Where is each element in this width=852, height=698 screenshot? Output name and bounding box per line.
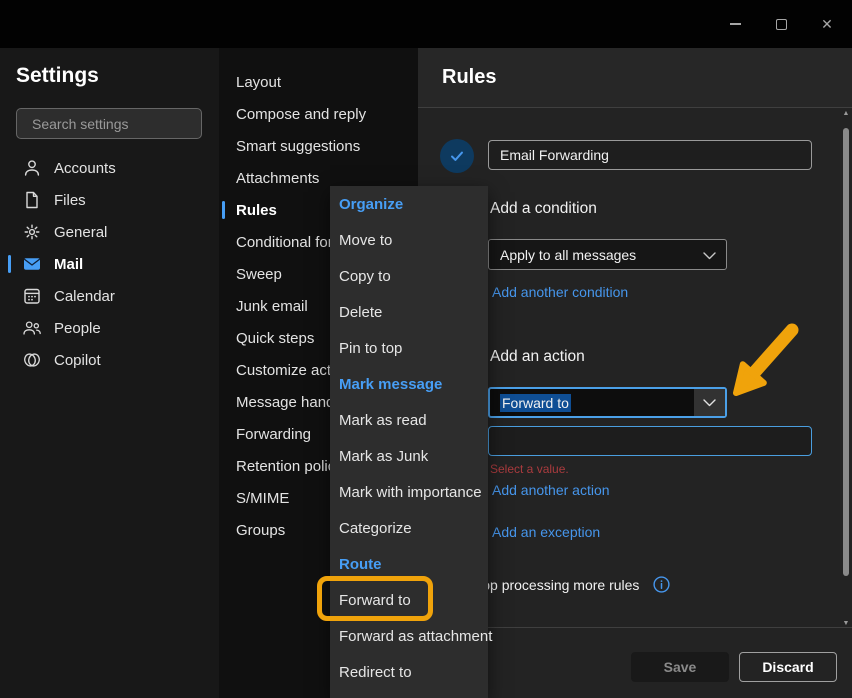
sidebar-item-label: Mail bbox=[54, 256, 83, 273]
rule-enabled-toggle[interactable] bbox=[440, 139, 474, 173]
gear-icon bbox=[22, 222, 42, 242]
rules-panel-header: Rules bbox=[418, 48, 852, 108]
menu-group-route: Route bbox=[330, 546, 488, 582]
search-settings-box[interactable] bbox=[16, 108, 202, 139]
selected-indicator bbox=[222, 201, 225, 219]
menu-item-delete[interactable]: Delete bbox=[330, 294, 488, 330]
sidebar-item-label: Accounts bbox=[54, 160, 116, 177]
sidebar-item-mail[interactable]: Mail bbox=[0, 248, 219, 280]
mail-icon bbox=[22, 254, 42, 274]
person-icon bbox=[22, 158, 42, 178]
menu-item-pin-to-top[interactable]: Pin to top bbox=[330, 330, 488, 366]
close-button[interactable]: ✕ bbox=[804, 0, 850, 48]
action-dropdown-chevron-button[interactable] bbox=[694, 389, 725, 416]
window-controls: ✕ bbox=[712, 0, 850, 48]
menu-item-move-to[interactable]: Move to bbox=[330, 222, 488, 258]
mailnav-item-smart-suggestions[interactable]: Smart suggestions bbox=[219, 130, 418, 162]
page-title: Rules bbox=[442, 66, 496, 89]
vertical-scrollbar[interactable]: ▲ ▼ bbox=[842, 108, 850, 632]
scroll-up-icon[interactable]: ▲ bbox=[842, 110, 850, 117]
settings-categories: Accounts Files General bbox=[0, 152, 219, 376]
sidebar-item-copilot[interactable]: Copilot bbox=[0, 344, 219, 376]
menu-item-mark-as-read[interactable]: Mark as read bbox=[330, 402, 488, 438]
chevron-down-icon bbox=[703, 252, 716, 260]
action-options-menu: Organize Move to Copy to Delete Pin to t… bbox=[330, 186, 488, 698]
menu-item-mark-as-junk[interactable]: Mark as Junk bbox=[330, 438, 488, 474]
sidebar-item-label: Copilot bbox=[54, 352, 101, 369]
condition-dropdown-value: Apply to all messages bbox=[500, 247, 636, 263]
menu-item-redirect-to[interactable]: Redirect to bbox=[330, 654, 488, 690]
menu-group-organize: Organize bbox=[330, 186, 488, 222]
scroll-down-icon[interactable]: ▼ bbox=[842, 620, 850, 627]
discard-button[interactable]: Discard bbox=[739, 652, 837, 682]
sidebar-item-label: People bbox=[54, 320, 101, 337]
sidebar-item-accounts[interactable]: Accounts bbox=[0, 152, 219, 184]
condition-dropdown[interactable]: Apply to all messages bbox=[488, 239, 727, 270]
checkmark-icon bbox=[448, 147, 466, 165]
stop-processing-row: Stop processing more rules bbox=[469, 576, 670, 593]
menu-item-copy-to[interactable]: Copy to bbox=[330, 258, 488, 294]
action-heading: Add an action bbox=[490, 348, 585, 366]
scrollbar-thumb[interactable] bbox=[843, 128, 849, 576]
condition-heading: Add a condition bbox=[490, 200, 597, 218]
search-settings-input[interactable] bbox=[32, 116, 213, 132]
sidebar-item-label: General bbox=[54, 224, 107, 241]
action-dropdown-value: Forward to bbox=[500, 394, 571, 412]
menu-item-forward-to[interactable]: Forward to bbox=[330, 582, 488, 618]
close-icon: ✕ bbox=[821, 17, 833, 31]
sidebar-item-label: Files bbox=[54, 192, 86, 209]
save-button[interactable]: Save bbox=[631, 652, 729, 682]
sidebar-item-label: Calendar bbox=[54, 288, 115, 305]
info-icon[interactable] bbox=[653, 576, 670, 593]
calendar-icon bbox=[22, 286, 42, 306]
settings-sidebar: Settings Accounts Files bbox=[0, 48, 219, 698]
outlook-settings-window: ✕ Settings Accounts bbox=[0, 0, 852, 698]
forward-address-input[interactable] bbox=[488, 426, 812, 456]
add-another-condition-link[interactable]: Add another condition bbox=[492, 284, 628, 300]
maximize-icon bbox=[776, 19, 787, 30]
rule-name-input[interactable] bbox=[488, 140, 812, 170]
minimize-icon bbox=[730, 23, 741, 25]
titlebar: ✕ bbox=[0, 0, 852, 48]
selected-indicator bbox=[8, 255, 11, 273]
minimize-button[interactable] bbox=[712, 0, 758, 48]
sidebar-item-general[interactable]: General bbox=[0, 216, 219, 248]
file-icon bbox=[22, 190, 42, 210]
people-icon bbox=[22, 318, 42, 338]
settings-title: Settings bbox=[16, 64, 99, 88]
stop-processing-label: Stop processing more rules bbox=[469, 577, 639, 593]
sidebar-item-calendar[interactable]: Calendar bbox=[0, 280, 219, 312]
copilot-icon bbox=[22, 350, 42, 370]
maximize-button[interactable] bbox=[758, 0, 804, 48]
mailnav-item-compose-and-reply[interactable]: Compose and reply bbox=[219, 98, 418, 130]
chevron-down-icon bbox=[703, 399, 716, 407]
mailnav-item-layout[interactable]: Layout bbox=[219, 66, 418, 98]
validation-error: Select a value. bbox=[490, 462, 569, 476]
menu-group-mark-message: Mark message bbox=[330, 366, 488, 402]
menu-item-forward-as-attachment[interactable]: Forward as attachment bbox=[330, 618, 488, 654]
add-another-action-link[interactable]: Add another action bbox=[492, 482, 610, 498]
sidebar-item-people[interactable]: People bbox=[0, 312, 219, 344]
menu-item-mark-with-importance[interactable]: Mark with importance bbox=[330, 474, 488, 510]
sidebar-item-files[interactable]: Files bbox=[0, 184, 219, 216]
action-dropdown[interactable]: Forward to bbox=[488, 387, 727, 418]
add-an-exception-link[interactable]: Add an exception bbox=[492, 524, 600, 540]
menu-item-categorize[interactable]: Categorize bbox=[330, 510, 488, 546]
